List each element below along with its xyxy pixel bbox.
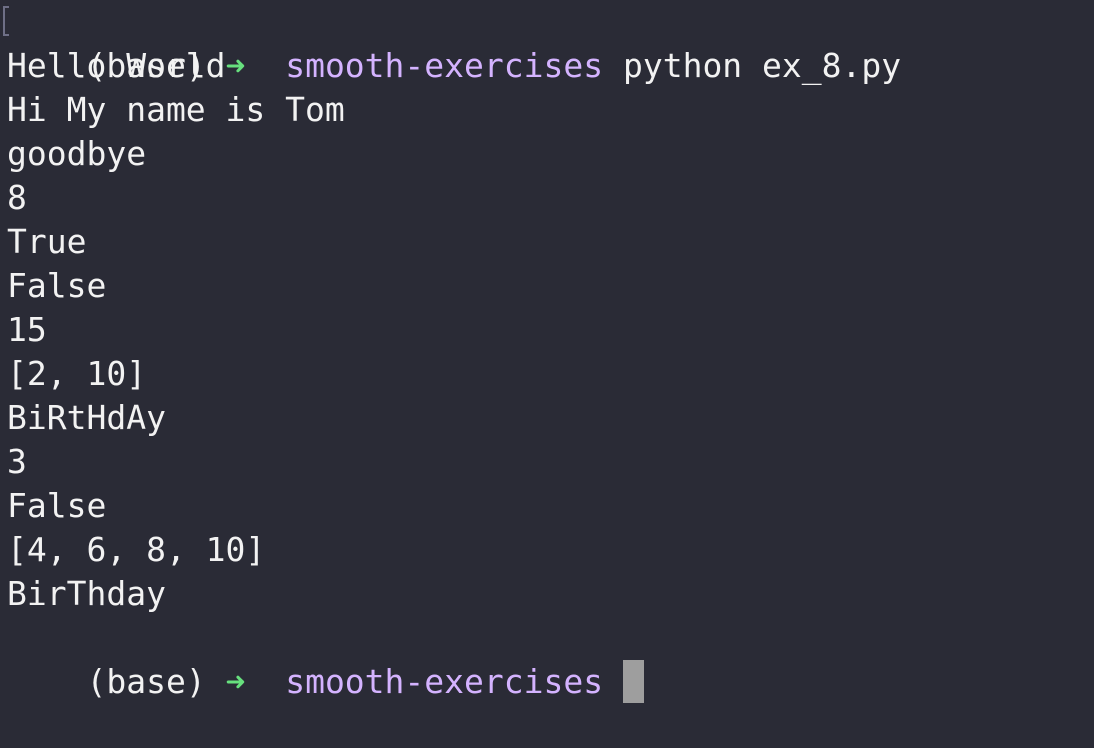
active-prompt-line[interactable]: (base) ➜ smooth-exercises: [7, 616, 1094, 703]
output-line: Hi My name is Tom: [7, 90, 345, 129]
output-line: True: [7, 222, 87, 261]
command-line: (base) ➜ smooth-exercises python ex_8.py: [3, 0, 1094, 85]
output-line: False: [7, 266, 107, 305]
output-line: [4, 6, 8, 10]: [7, 530, 266, 569]
output-line: BirThday: [7, 574, 166, 613]
terminal-window[interactable]: (base) ➜ smooth-exercises python ex_8.py…: [0, 0, 1094, 703]
output-line: Hello World: [7, 46, 226, 85]
output-line: 8: [7, 178, 27, 217]
text-cursor[interactable]: [622, 660, 644, 703]
selection-bracket-mark: [3, 6, 9, 36]
output-line: 15: [7, 310, 47, 349]
output-line: goodbye: [7, 134, 147, 173]
output-line: [2, 10]: [7, 354, 147, 393]
output-line: BiRtHdAy: [7, 398, 166, 437]
output-line: False: [7, 486, 107, 525]
output-line: 3: [7, 442, 27, 481]
